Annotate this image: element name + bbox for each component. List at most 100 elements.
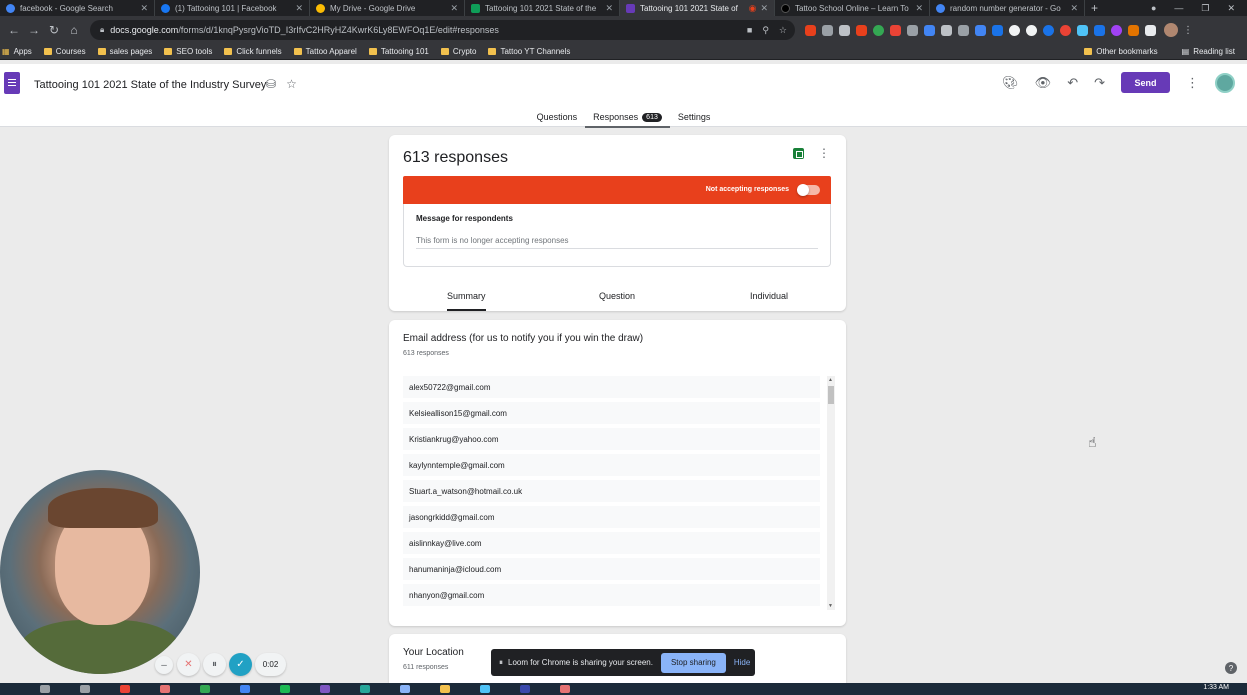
taskbar-app-icon[interactable]: [80, 685, 90, 693]
bookmark-folder[interactable]: Tattoo Apparel: [293, 47, 357, 56]
sheets-link-icon[interactable]: [793, 148, 804, 159]
bookmark-folder[interactable]: Tattoo YT Channels: [488, 47, 570, 56]
close-icon[interactable]: ✕: [295, 3, 303, 14]
maximize-icon[interactable]: ❐: [1201, 3, 1209, 14]
tab-summary[interactable]: Summary: [447, 291, 486, 311]
user-avatar[interactable]: [1215, 72, 1235, 93]
taskbar-app-icon[interactable]: [400, 685, 410, 693]
close-icon[interactable]: ✕: [760, 3, 768, 14]
extension-icon[interactable]: [1043, 24, 1054, 36]
close-icon[interactable]: ✕: [450, 3, 458, 14]
scrollbar-thumb[interactable]: [828, 386, 834, 404]
google-forms-logo[interactable]: [4, 72, 20, 94]
taskbar-app-icon[interactable]: [40, 685, 50, 693]
extension-icon[interactable]: [1077, 24, 1088, 36]
star-icon[interactable]: ☆: [286, 77, 297, 91]
extension-icon[interactable]: [839, 24, 850, 36]
close-icon[interactable]: ✕: [605, 3, 613, 14]
extension-icon[interactable]: [1060, 24, 1071, 36]
minimize-recording-icon[interactable]: –: [155, 656, 173, 674]
tab-individual[interactable]: Individual: [750, 291, 788, 301]
forward-icon[interactable]: →: [24, 23, 44, 37]
taskbar-app-icon[interactable]: [240, 685, 250, 693]
extension-icon[interactable]: [992, 24, 1003, 36]
browser-tab[interactable]: Tattooing 101 2021 State of the ✕: [465, 0, 620, 16]
bookmark-apps[interactable]: ▦ Apps: [2, 47, 32, 56]
address-bar[interactable]: 🔒︎ docs.google.com/forms/d/1knqPysrgVioT…: [90, 20, 795, 40]
close-icon[interactable]: ✕: [140, 3, 148, 14]
bookmark-folder[interactable]: Crypto: [440, 47, 476, 56]
taskbar-app-icon[interactable]: [520, 685, 530, 693]
profile-icon[interactable]: ●: [1151, 3, 1156, 13]
browser-tab[interactable]: My Drive - Google Drive ✕: [310, 0, 465, 16]
extension-icon[interactable]: [890, 24, 901, 36]
taskbar-app-icon[interactable]: [280, 685, 290, 693]
redo-icon[interactable]: ↷: [1094, 75, 1105, 91]
bookmark-folder[interactable]: sales pages: [97, 47, 152, 56]
extension-icon[interactable]: [924, 24, 935, 36]
reload-icon[interactable]: ↻: [44, 23, 64, 37]
taskbar-app-icon[interactable]: [480, 685, 490, 693]
close-icon[interactable]: ✕: [915, 3, 923, 14]
lock-icon[interactable]: 🔒︎: [100, 25, 104, 35]
extension-icon[interactable]: [856, 24, 867, 36]
tab-questions[interactable]: Questions: [529, 107, 586, 127]
palette-icon[interactable]: 🎨︎: [1002, 75, 1019, 91]
list-scrollbar[interactable]: ▲ ▼: [827, 376, 835, 610]
extension-icon[interactable]: [941, 24, 952, 36]
stop-sharing-button[interactable]: Stop sharing: [660, 652, 726, 673]
home-icon[interactable]: ⌂: [64, 23, 84, 37]
camera-icon[interactable]: ■: [747, 25, 752, 36]
taskbar-app-icon[interactable]: [360, 685, 370, 693]
close-icon[interactable]: ✕: [1070, 3, 1078, 14]
hide-button[interactable]: Hide: [734, 658, 750, 667]
browser-tab[interactable]: random number generator - Go ✕: [930, 0, 1085, 16]
taskbar-app-icon[interactable]: [120, 685, 130, 693]
browser-tab[interactable]: (1) Tattooing 101 | Facebook ✕: [155, 0, 310, 16]
bookmark-other[interactable]: Other bookmarks: [1084, 47, 1158, 56]
extension-icon[interactable]: [822, 24, 833, 36]
puzzle-icon[interactable]: [1145, 24, 1156, 36]
chrome-menu-icon[interactable]: ⋮: [1178, 25, 1198, 36]
extension-icon[interactable]: [1111, 24, 1122, 36]
message-input[interactable]: This form is no longer accepting respons…: [416, 236, 569, 245]
scroll-down-icon[interactable]: ▼: [828, 603, 833, 609]
taskbar-app-icon[interactable]: [160, 685, 170, 693]
bookmark-star-icon[interactable]: ☆: [779, 25, 787, 36]
close-window-icon[interactable]: ✕: [1227, 3, 1235, 14]
browser-tab[interactable]: Tattoo School Online – Learn To ✕: [775, 0, 930, 16]
finish-recording-icon[interactable]: ✓: [229, 653, 252, 676]
extension-icon[interactable]: [1094, 24, 1105, 36]
more-options-icon[interactable]: ⋮: [1186, 75, 1199, 91]
accepting-responses-toggle[interactable]: [797, 184, 820, 196]
reading-list[interactable]: ▤ Reading list: [1182, 47, 1235, 56]
webcam-bubble[interactable]: [0, 470, 200, 674]
tab-question[interactable]: Question: [599, 291, 635, 301]
taskbar-app-icon[interactable]: [560, 685, 570, 693]
form-title[interactable]: Tattooing 101 2021 State of the Industry…: [34, 79, 266, 91]
more-options-icon[interactable]: ⋮: [818, 146, 830, 160]
bookmark-folder[interactable]: SEO tools: [164, 47, 212, 56]
minimize-icon[interactable]: —: [1174, 3, 1183, 13]
help-icon[interactable]: ?: [1225, 662, 1237, 674]
cancel-recording-icon[interactable]: ✕: [177, 653, 200, 676]
preview-eye-icon[interactable]: 👁︎: [1035, 75, 1052, 91]
move-to-folder-icon[interactable]: ⛁: [266, 77, 276, 91]
back-icon[interactable]: ←: [4, 23, 24, 37]
bookmark-folder[interactable]: Tattooing 101: [368, 47, 429, 56]
scroll-up-icon[interactable]: ▲: [828, 377, 833, 383]
browser-tab-active[interactable]: Tattooing 101 2021 State of ◉ ✕: [620, 0, 775, 16]
taskbar-app-icon[interactable]: [200, 685, 210, 693]
zoom-icon[interactable]: ⚲: [762, 25, 769, 36]
undo-icon[interactable]: ↶: [1067, 75, 1078, 91]
extension-icon[interactable]: [975, 24, 986, 36]
extension-icon[interactable]: [1026, 24, 1037, 36]
new-tab-button[interactable]: +: [1091, 1, 1098, 15]
browser-tab[interactable]: facebook - Google Search ✕: [0, 0, 155, 16]
bookmark-folder[interactable]: Click funnels: [224, 47, 282, 56]
taskbar-app-icon[interactable]: [440, 685, 450, 693]
taskbar-app-icon[interactable]: [320, 685, 330, 693]
pause-recording-icon[interactable]: ⏸: [203, 653, 226, 676]
send-button[interactable]: Send: [1121, 72, 1170, 93]
tab-settings[interactable]: Settings: [670, 107, 719, 127]
